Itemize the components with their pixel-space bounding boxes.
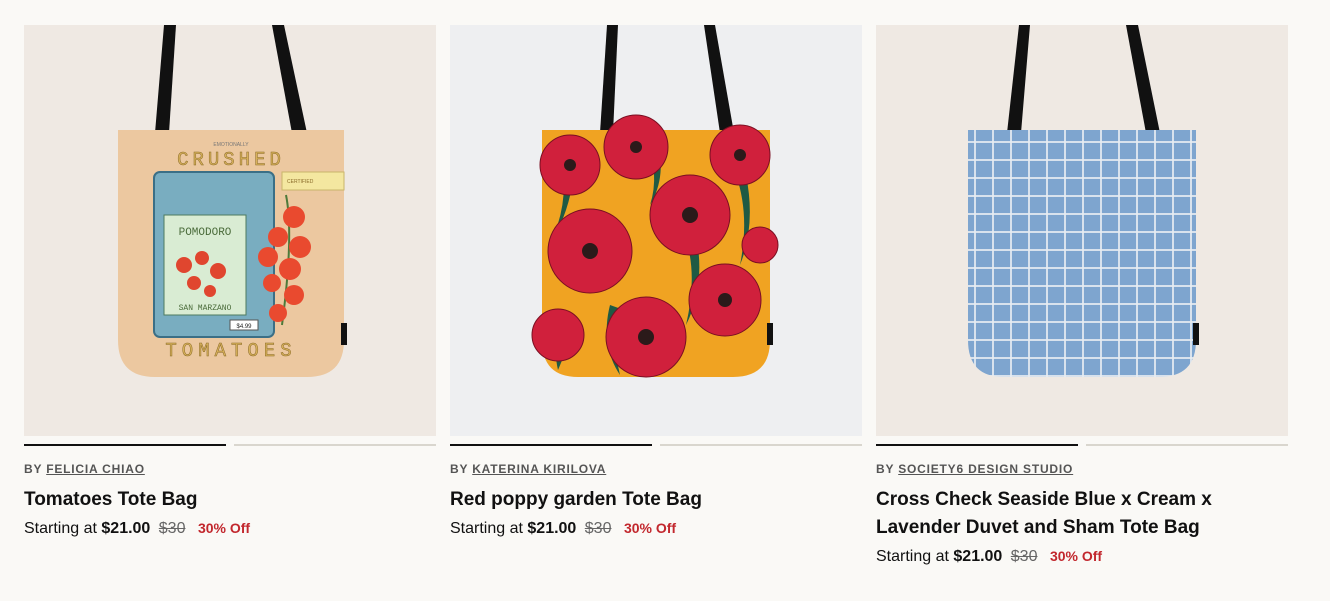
artist-link[interactable]: KATERINA KIRILOVA bbox=[472, 462, 606, 476]
price-prefix: Starting at bbox=[450, 520, 523, 537]
price-row: Starting at $21.00 $30 30% Off bbox=[876, 548, 1288, 566]
image-carousel-indicators bbox=[876, 444, 1288, 446]
discount-badge: 30% Off bbox=[197, 520, 251, 536]
sale-price: $21.00 bbox=[101, 520, 151, 537]
price-row: Starting at $21.00 $30 30% Off bbox=[450, 520, 862, 538]
image-carousel-indicators bbox=[450, 444, 862, 446]
by-label: BY bbox=[450, 462, 469, 476]
art-text: TOMATOES bbox=[165, 340, 296, 362]
price-prefix: Starting at bbox=[876, 548, 949, 565]
product-image[interactable] bbox=[450, 25, 862, 436]
carousel-indicator[interactable] bbox=[660, 444, 862, 446]
carousel-indicator-active[interactable] bbox=[876, 444, 1078, 446]
tote-bag-image: EMOTIONALLY CRUSHED CERTIFIED POMODORO S… bbox=[24, 25, 436, 436]
artist-byline: BY SOCIETY6 DESIGN STUDIO bbox=[876, 462, 1288, 476]
artist-byline: BY FELICIA CHIAO bbox=[24, 462, 436, 476]
original-price: $30 bbox=[158, 520, 186, 537]
tote-bag-image bbox=[450, 25, 862, 436]
carousel-indicator[interactable] bbox=[1086, 444, 1288, 446]
product-title[interactable]: Red poppy garden Tote Bag bbox=[450, 486, 862, 514]
carousel-indicator[interactable] bbox=[234, 444, 436, 446]
carousel-indicator-active[interactable] bbox=[24, 444, 226, 446]
price-row: Starting at $21.00 $30 30% Off bbox=[24, 520, 436, 538]
art-text: EMOTIONALLY bbox=[213, 142, 249, 148]
price-prefix: Starting at bbox=[24, 520, 97, 537]
product-card[interactable]: EMOTIONALLY CRUSHED CERTIFIED POMODORO S… bbox=[24, 25, 436, 566]
original-price: $30 bbox=[1010, 548, 1038, 565]
tote-bag-image bbox=[876, 25, 1288, 436]
art-text: $4.99 bbox=[236, 324, 252, 330]
by-label: BY bbox=[876, 462, 895, 476]
product-card[interactable]: BY SOCIETY6 DESIGN STUDIO Cross Check Se… bbox=[876, 25, 1288, 566]
sale-price: $21.00 bbox=[527, 520, 577, 537]
product-image[interactable]: EMOTIONALLY CRUSHED CERTIFIED POMODORO S… bbox=[24, 25, 436, 436]
product-title[interactable]: Cross Check Seaside Blue x Cream x Laven… bbox=[876, 486, 1288, 542]
carousel-indicator-active[interactable] bbox=[450, 444, 652, 446]
art-text: CERTIFIED bbox=[287, 179, 314, 185]
discount-badge: 30% Off bbox=[1049, 548, 1103, 564]
original-price: $30 bbox=[584, 520, 612, 537]
artist-link[interactable]: FELICIA CHIAO bbox=[46, 462, 145, 476]
product-title[interactable]: Tomatoes Tote Bag bbox=[24, 486, 436, 514]
artist-link[interactable]: SOCIETY6 DESIGN STUDIO bbox=[898, 462, 1073, 476]
artist-byline: BY KATERINA KIRILOVA bbox=[450, 462, 862, 476]
product-grid: EMOTIONALLY CRUSHED CERTIFIED POMODORO S… bbox=[24, 25, 1288, 566]
product-card[interactable]: BY KATERINA KIRILOVA Red poppy garden To… bbox=[450, 25, 862, 566]
product-image[interactable] bbox=[876, 25, 1288, 436]
by-label: BY bbox=[24, 462, 43, 476]
art-text: SAN MARZANO bbox=[179, 304, 232, 313]
image-carousel-indicators bbox=[24, 444, 436, 446]
sale-price: $21.00 bbox=[953, 548, 1003, 565]
discount-badge: 30% Off bbox=[623, 520, 677, 536]
art-text: CRUSHED bbox=[177, 149, 285, 171]
art-text: POMODORO bbox=[179, 227, 232, 239]
